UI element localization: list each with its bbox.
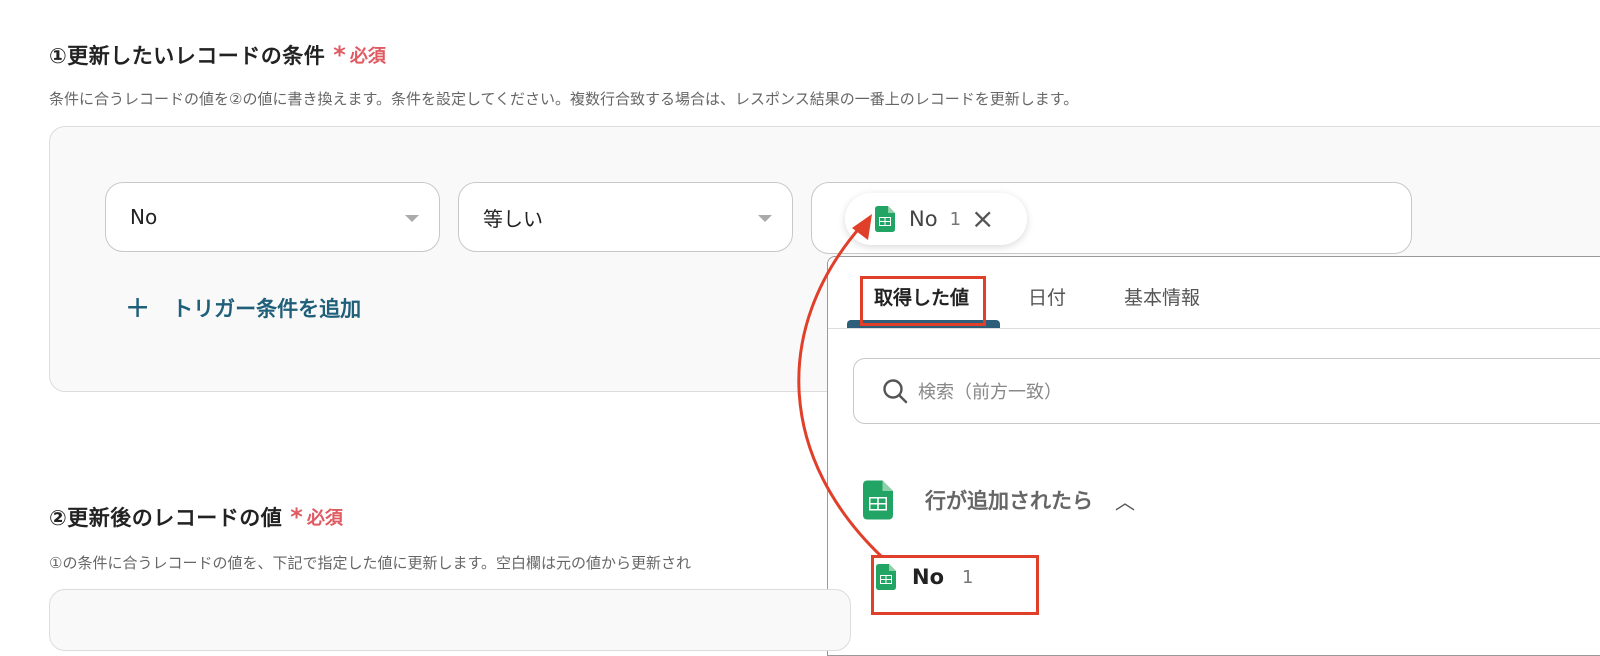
required-badge: * 必須 bbox=[290, 504, 343, 530]
section2-title: ②更新後のレコードの値 bbox=[49, 506, 283, 530]
required-label: 必須 bbox=[306, 508, 343, 529]
asterisk-icon: * bbox=[290, 503, 303, 531]
annotation-arrow bbox=[797, 214, 884, 559]
section2-header: ②更新後のレコードの値 * 必須 bbox=[49, 502, 343, 532]
update-values-box bbox=[49, 589, 851, 651]
section2-description: ①の条件に合うレコードの値を、下記で指定した値に更新します。空白欄は元の値から更… bbox=[49, 554, 691, 572]
